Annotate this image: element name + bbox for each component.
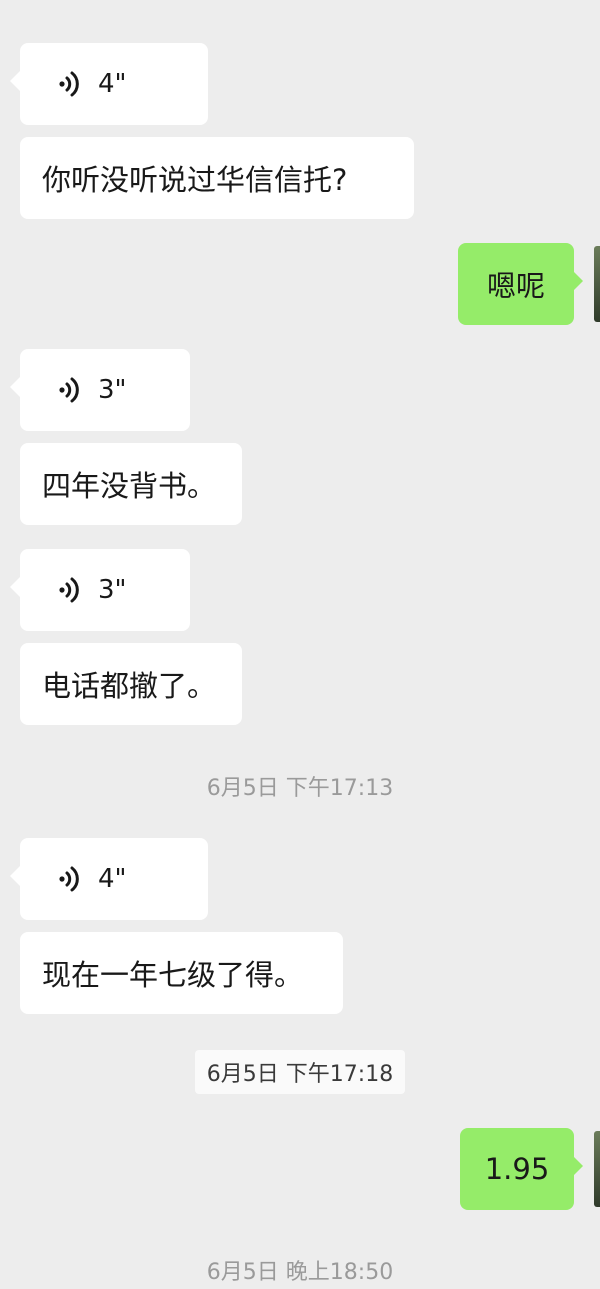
outgoing-message-bubble[interactable]: 1.95 [460,1128,583,1210]
text-message-bubble[interactable]: 你听没听说过华信信托? [20,137,414,219]
message-text: 你听没听说过华信信托? [42,163,348,197]
outgoing-message-bubble[interactable]: 嗯呢 [458,243,583,325]
voice-wave-icon [59,71,79,97]
chat-area[interactable]: 4" 你听没听说过华信信托? 嗯呢 3" 四年没背书。 3" 电话都撤了。 6月… [0,0,600,1289]
voice-message-bubble[interactable]: 3" [10,549,190,631]
voice-duration: 4" [98,864,127,894]
text-message-bubble[interactable]: 四年没背书。 [20,443,242,525]
message-text: 嗯呢 [486,269,545,303]
voice-wave-icon [59,866,79,892]
voice-duration: 3" [98,575,127,605]
voice-message-bubble[interactable]: 3" [10,349,190,431]
text-message-bubble[interactable]: 现在一年七级了得。 [20,932,343,1014]
timestamp: 6月5日 下午17:18 [0,1050,600,1094]
voice-wave-icon [59,577,79,603]
voice-message-bubble[interactable]: 4" [10,838,208,920]
timestamp: 6月5日 晚上18:50 [206,1260,394,1285]
timestamp: 6月5日 下午17:13 [206,776,394,801]
avatar[interactable] [594,1131,600,1207]
voice-duration: 3" [98,375,127,405]
message-text: 现在一年七级了得。 [42,958,304,992]
message-text: 电话都撤了。 [42,669,217,703]
voice-message-bubble[interactable]: 4" [10,43,208,125]
avatar[interactable] [594,246,600,322]
message-text: 1.95 [484,1152,550,1186]
message-text: 四年没背书。 [42,469,217,503]
text-message-bubble[interactable]: 电话都撤了。 [20,643,242,725]
voice-duration: 4" [98,69,127,99]
voice-wave-icon [59,377,79,403]
